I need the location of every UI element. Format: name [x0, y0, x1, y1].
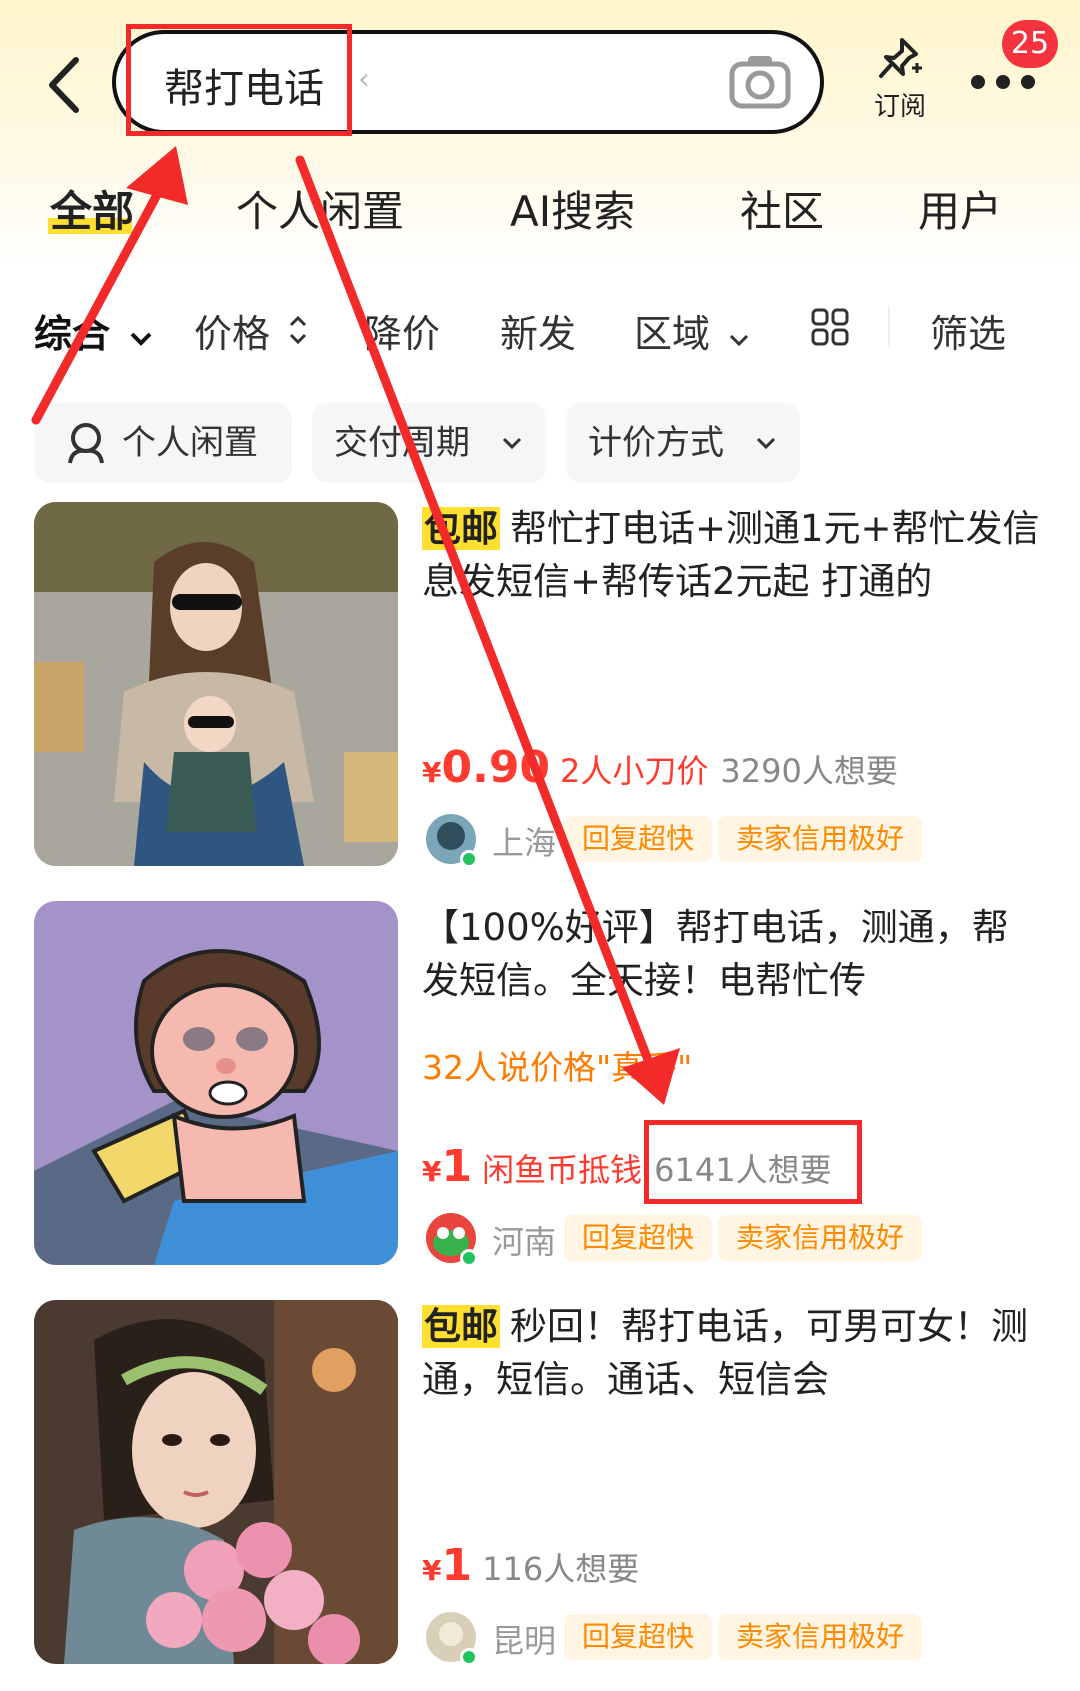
seller-location: 昆明 — [492, 1622, 557, 1660]
sort-comprehensive-label: 综合 — [34, 312, 111, 356]
chip-personal-idle[interactable]: 个人闲置 — [34, 403, 292, 483]
listing-title: 包邮 秒回！帮打电话，可男可女！测通，短信。通话、短信会 — [422, 1300, 1042, 1406]
chip-pricing-label: 计价方式 — [588, 423, 724, 463]
chip-pricing-method[interactable]: 计价方式 — [566, 403, 800, 483]
sort-region-label: 区域 — [634, 312, 711, 356]
product-photo-cartoon — [34, 901, 398, 1265]
online-indicator — [460, 1648, 478, 1666]
listing-price: 0.90 — [441, 742, 551, 793]
listing-price: 1 — [441, 1141, 473, 1192]
camera-icon[interactable] — [728, 52, 792, 112]
want-count: 116人想要 — [482, 1550, 640, 1588]
tab-users[interactable]: 用户 — [918, 178, 1002, 239]
fast-reply-tag: 回复超快 — [564, 1215, 713, 1261]
sort-price[interactable]: 价格 — [194, 303, 308, 358]
annotation-box-search-query — [126, 24, 352, 136]
listing-card[interactable]: 包邮 秒回！帮打电话，可男可女！测通，短信。通话、短信会 ¥1 116人想要 昆明 … — [0, 1300, 1080, 1670]
pin-icon — [879, 38, 922, 78]
fast-reply-tag: 回复超快 — [564, 816, 713, 862]
fast-reply-tag: 回复超快 — [564, 1614, 713, 1660]
chevron-down-icon — [756, 437, 776, 450]
chip-delivery-cycle[interactable]: 交付周期 — [312, 403, 546, 483]
free-shipping-badge: 包邮 — [422, 1305, 500, 1348]
sort-price-label: 价格 — [194, 312, 271, 356]
free-shipping-badge: 包邮 — [422, 507, 500, 550]
listing-price: 1 — [441, 1540, 473, 1591]
sort-new[interactable]: 新发 — [500, 303, 576, 358]
sort-region[interactable]: 区域 — [634, 303, 750, 358]
price-line: ¥1 116人想要 — [422, 1540, 639, 1600]
tab-personal-idle[interactable]: 个人闲置 — [236, 178, 404, 239]
chevron-down-icon — [502, 437, 522, 450]
product-photo-woman-child — [34, 502, 398, 866]
chevron-down-icon — [130, 332, 152, 346]
sort-bar: 综合 价格 降价 新发 区域 筛选 — [0, 295, 1080, 365]
chevron-down-icon — [730, 334, 749, 347]
filter-button[interactable]: 筛选 — [930, 303, 1006, 358]
currency-symbol: ¥ — [422, 756, 442, 789]
currency-symbol: ¥ — [422, 1554, 442, 1587]
sort-updown-icon — [290, 315, 307, 345]
online-indicator — [460, 1249, 478, 1267]
want-count: 3290人想要 — [720, 752, 898, 790]
listing-title-text: 帮忙打电话+测通1元+帮忙发信息发短信+帮传话2元起 打通的 — [422, 507, 1040, 603]
product-photo-woman-flowers — [34, 1300, 398, 1664]
grid-view-icon[interactable] — [810, 307, 850, 347]
listing-card[interactable]: 包邮 帮忙打电话+测通1元+帮忙发信息发短信+帮传话2元起 打通的 ¥0.90 2人… — [0, 502, 1080, 872]
listing-card[interactable]: 【100%好评】帮打电话，测通，帮发短信。全天接！电帮忙传 32人说价格"真香"… — [0, 901, 1080, 1271]
annotation-box-want-count — [644, 1120, 862, 1204]
listing-title: 包邮 帮忙打电话+测通1元+帮忙发信息发短信+帮传话2元起 打通的 — [422, 502, 1042, 608]
sort-comprehensive[interactable]: 综合 — [34, 303, 153, 358]
chip-delivery-label: 交付周期 — [334, 423, 470, 463]
tab-community[interactable]: 社区 — [740, 178, 824, 239]
hot-price-text: 32人说价格"真香" — [422, 1048, 693, 1087]
person-icon — [68, 423, 104, 464]
back-arrow-icon[interactable] — [40, 50, 90, 120]
chip-personal-label: 个人闲置 — [122, 423, 258, 463]
sort-price-drop[interactable]: 降价 — [364, 303, 440, 358]
more-icon[interactable] — [968, 62, 1038, 102]
subscribe-label: 订阅 — [873, 92, 926, 122]
good-credit-tag: 卖家信用极好 — [718, 1215, 923, 1261]
search-cursor-icon: ‹ — [358, 62, 370, 97]
price-line: ¥0.90 2人小刀价 3290人想要 — [422, 742, 898, 802]
listing-title: 【100%好评】帮打电话，测通，帮发短信。全天接！电帮忙传 — [422, 906, 1009, 1002]
currency-symbol: ¥ — [422, 1155, 442, 1188]
notification-badge: 25 — [1002, 20, 1058, 68]
coin-discount-text: 闲鱼币抵钱 — [482, 1151, 643, 1189]
seller-location: 上海 — [492, 824, 557, 862]
tab-all[interactable]: 全部 — [50, 178, 134, 239]
search-tabs: 全部 个人闲置 AI搜索 社区 用户 — [0, 172, 1080, 242]
tab-ai-search[interactable]: AI搜索 — [510, 178, 635, 239]
online-indicator — [460, 850, 478, 868]
seller-location: 河南 — [492, 1223, 557, 1261]
good-credit-tag: 卖家信用极好 — [718, 816, 923, 862]
listing-title-text: 秒回！帮打电话，可男可女！测通，短信。通话、短信会 — [422, 1305, 1028, 1401]
bargain-text: 2人小刀价 — [560, 752, 709, 790]
subscribe-button[interactable]: 订阅 — [862, 36, 938, 123]
good-credit-tag: 卖家信用极好 — [718, 1614, 923, 1660]
sort-divider — [888, 307, 890, 347]
